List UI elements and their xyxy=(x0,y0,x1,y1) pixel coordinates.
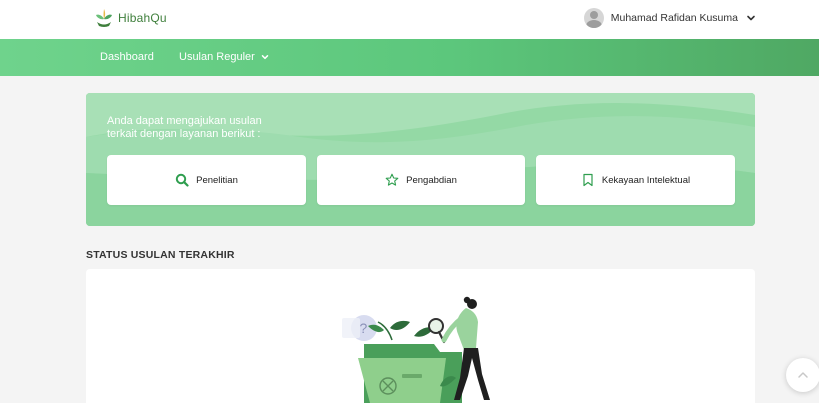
plant-sprout-icon xyxy=(96,9,112,27)
service-hero-banner: Anda dapat mengajukan usulan terkait den… xyxy=(86,93,755,226)
user-avatar-icon xyxy=(583,8,604,28)
chevron-down-icon xyxy=(747,15,755,21)
chevron-up-icon xyxy=(798,372,808,378)
hero-line-1: Anda dapat mengajukan usulan xyxy=(107,115,262,127)
nav-usulan-reguler-label: Usulan Reguler xyxy=(179,51,255,63)
service-card-pengabdian-label: Pengabdian xyxy=(406,174,457,186)
app-name: HibahQu xyxy=(118,11,167,25)
service-card-kekayaan-intelektual-label: Kekayaan Intelektual xyxy=(601,174,691,186)
service-card-pengabdian[interactable]: Pengabdian xyxy=(317,155,525,205)
status-section-title: STATUS USULAN TERAKHIR xyxy=(86,249,235,261)
nav-dashboard-label: Dashboard xyxy=(100,51,154,63)
nav-dashboard[interactable]: Dashboard xyxy=(100,51,154,63)
search-icon xyxy=(175,173,189,187)
scroll-to-top-button[interactable] xyxy=(786,358,819,392)
service-card-kekayaan-intelektual[interactable]: Kekayaan Intelektual xyxy=(536,155,735,205)
service-card-penelitian-label: Penelitian xyxy=(196,174,238,186)
hero-description: Anda dapat mengajukan usulan terkait den… xyxy=(107,115,287,141)
svg-text:?: ? xyxy=(360,320,368,336)
top-bar: HibahQu Muhamad Rafidan Kusuma xyxy=(0,0,819,39)
user-menu[interactable]: Muhamad Rafidan Kusuma xyxy=(583,8,757,28)
app-logo[interactable]: HibahQu xyxy=(95,8,167,28)
hero-line-2: terkait dengan layanan berikut : xyxy=(107,128,261,140)
bookmark-icon xyxy=(583,173,593,187)
user-name: Muhamad Rafidan Kusuma xyxy=(610,12,738,24)
empty-folder-search-illustration: ? xyxy=(342,296,490,403)
main-navbar: Dashboard Usulan Reguler xyxy=(0,39,819,76)
nav-usulan-reguler[interactable]: Usulan Reguler xyxy=(179,51,270,63)
service-card-penelitian[interactable]: Penelitian xyxy=(107,155,306,205)
service-cards: Penelitian Pengabdian Kekayaan Intelektu… xyxy=(107,155,735,205)
star-icon xyxy=(385,173,399,186)
chevron-down-icon xyxy=(261,55,269,60)
